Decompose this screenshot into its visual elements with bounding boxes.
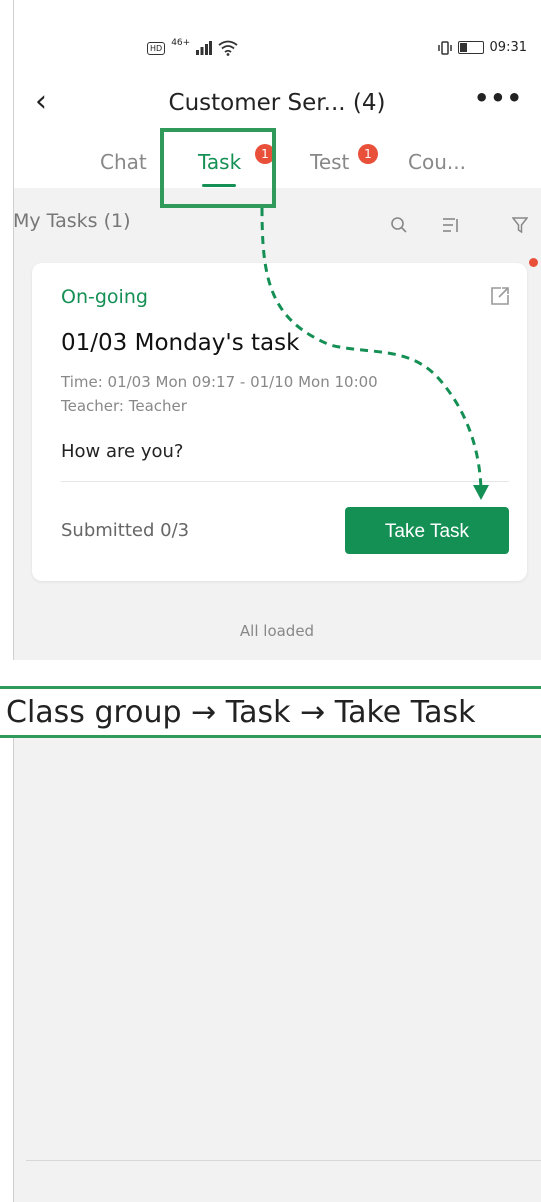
instruction-caption: Class group → Task → Take Task — [0, 686, 541, 738]
guide-arrow — [260, 207, 489, 500]
all-loaded-text: All loaded — [239, 622, 315, 640]
bottom-divider — [26, 1160, 541, 1161]
caption-text: Class group → Task → Take Task — [6, 695, 476, 730]
